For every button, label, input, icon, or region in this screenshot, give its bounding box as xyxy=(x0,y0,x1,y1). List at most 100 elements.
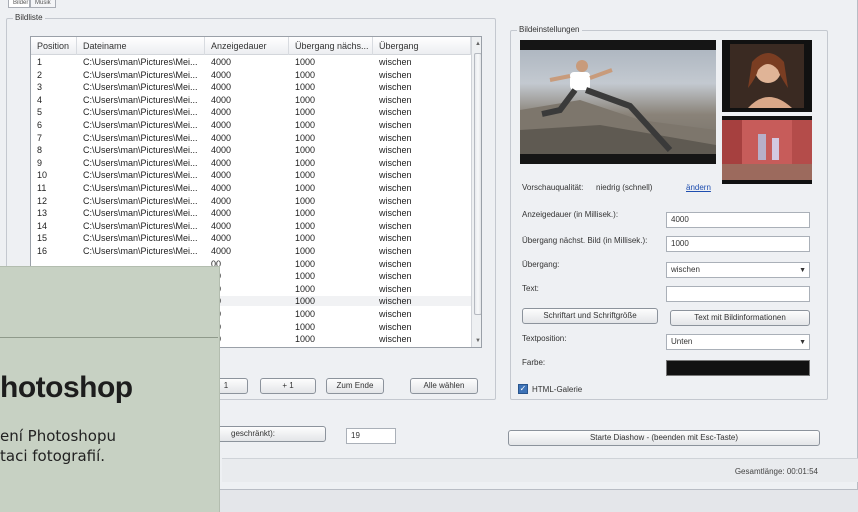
text-position-label: Textposition: xyxy=(522,334,567,343)
table-cell: 16 xyxy=(37,246,48,256)
overlay-heading: hotoshop xyxy=(0,371,133,404)
table-row[interactable]: 8 C:\Users\man\Pictures\Mei... 4000 1000 wis… xyxy=(31,145,471,155)
table-cell: 1000 xyxy=(295,220,316,231)
table-cell: wischen xyxy=(379,145,412,156)
table-cell: 1000 xyxy=(295,94,316,105)
html-gallery-label: HTML-Galerie xyxy=(532,385,583,394)
table-row[interactable]: 6 C:\Users\man\Pictures\Mei... 4000 1000 wis… xyxy=(31,120,471,130)
table-row[interactable]: 14 C:\Users\man\Pictures\Mei... 4000 1000 wi… xyxy=(31,221,471,231)
column-filename[interactable]: Dateiname xyxy=(77,37,205,55)
image-list-group-label: Bildliste xyxy=(13,13,45,22)
chevron-down-icon: ▼ xyxy=(799,339,806,346)
select-all-button[interactable]: Alle wählen xyxy=(410,378,478,394)
table-cell: wischen xyxy=(379,208,412,219)
table-row[interactable]: 2 C:\Users\man\Pictures\Mei... 4000 1000 wis… xyxy=(31,70,471,80)
table-cell: wischen xyxy=(379,283,412,294)
column-display-duration[interactable]: Anzeigedauer xyxy=(205,37,289,55)
table-cell: 4000 xyxy=(211,233,232,244)
table-cell: 4000 xyxy=(211,170,232,181)
table-cell: 4000 xyxy=(211,69,232,80)
table-row[interactable]: 9 C:\Users\man\Pictures\Mei... 4000 1000 wis… xyxy=(31,158,471,168)
table-cell: 1000 xyxy=(295,296,316,307)
table-cell: C:\Users\man\Pictures\Mei... xyxy=(83,57,198,67)
image-settings-group-label: Bildeinstellungen xyxy=(517,25,582,34)
limit-button[interactable]: geschränkt): xyxy=(212,426,326,442)
table-cell: wischen xyxy=(379,183,412,193)
change-quality-link[interactable]: ändern xyxy=(686,183,711,192)
column-transition-next[interactable]: Übergang nächs... xyxy=(289,37,373,55)
font-settings-button[interactable]: Schriftart und Schriftgröße xyxy=(522,308,658,324)
text-label: Text: xyxy=(522,284,539,293)
table-row[interactable]: 4 C:\Users\man\Pictures\Mei... 4000 1000 wis… xyxy=(31,95,471,105)
table-cell: 1000 xyxy=(295,258,316,269)
status-bar: Gesamtlänge: 00:01:54 xyxy=(222,458,858,482)
table-cell: 1000 xyxy=(295,145,316,156)
transition-next-input[interactable]: 1000 xyxy=(666,236,810,252)
start-slideshow-button[interactable]: Starte Diashow - (beenden mit Esc-Taste) xyxy=(508,430,820,446)
table-cell: 4000 xyxy=(211,145,232,156)
table-row[interactable]: 16 C:\Users\man\Pictures\Mei... 4000 1000 wi… xyxy=(31,246,471,256)
table-row[interactable]: 5 C:\Users\man\Pictures\Mei... 4000 1000 wis… xyxy=(31,107,471,117)
table-cell: wischen xyxy=(379,296,412,307)
transition-select[interactable]: wischen ▼ xyxy=(666,262,810,278)
color-swatch[interactable] xyxy=(666,360,810,376)
table-cell: 1000 xyxy=(295,208,316,219)
move-down-one-button[interactable]: + 1 xyxy=(260,378,316,394)
image-info-text-button[interactable]: Text mit Bildinformationen xyxy=(670,310,810,326)
table-row[interactable]: 10 C:\Users\man\Pictures\Mei... 4000 1000 wi… xyxy=(31,170,471,180)
chevron-down-icon: ▼ xyxy=(799,267,806,274)
thumbnail-portrait[interactable] xyxy=(722,40,812,112)
table-cell: 4000 xyxy=(211,94,232,105)
table-cell: wischen xyxy=(379,107,412,118)
scroll-down-icon[interactable]: ▼ xyxy=(474,337,481,345)
table-cell: 11 xyxy=(37,183,47,193)
table-cell: 4 xyxy=(37,94,43,105)
table-cell: C:\Users\man\Pictures\Mei... xyxy=(83,94,198,105)
table-cell: 1000 xyxy=(295,157,316,168)
html-gallery-checkbox[interactable]: ✓ xyxy=(518,384,528,394)
preview-quality-value: niedrig (schnell) xyxy=(596,183,653,192)
scrollbar-thumb[interactable] xyxy=(474,53,481,315)
table-cell: C:\Users\man\Pictures\Mei... xyxy=(83,157,198,168)
table-row[interactable]: 13 C:\Users\man\Pictures\Mei... 4000 1000 wi… xyxy=(31,208,471,218)
table-cell: 4000 xyxy=(211,157,232,168)
text-position-select[interactable]: Unten ▼ xyxy=(666,334,810,350)
scroll-up-icon[interactable]: ▲ xyxy=(474,40,481,48)
tab-bilder[interactable]: Bilder xyxy=(8,0,30,8)
display-duration-input[interactable]: 4000 xyxy=(666,212,810,228)
table-cell: C:\Users\man\Pictures\Mei... xyxy=(83,69,198,80)
table-row[interactable]: 3 C:\Users\man\Pictures\Mei... 4000 1000 wis… xyxy=(31,82,471,92)
table-cell: C:\Users\man\Pictures\Mei... xyxy=(83,183,198,193)
limit-input[interactable]: 19 xyxy=(346,428,396,444)
table-row[interactable]: 12 C:\Users\man\Pictures\Mei... 4000 1000 wi… xyxy=(31,196,471,206)
table-cell: 8 xyxy=(37,145,43,156)
overlay-text-line-2: taci fotografií. xyxy=(0,447,106,465)
table-row[interactable]: 15 C:\Users\man\Pictures\Mei... 4000 1000 wi… xyxy=(31,233,471,243)
list-header: Position Dateiname Anzeigedauer Übergang… xyxy=(31,37,471,55)
table-cell: 4000 xyxy=(211,82,232,93)
table-cell: 1000 xyxy=(295,57,316,67)
column-transition[interactable]: Übergang xyxy=(373,37,471,55)
move-to-end-button[interactable]: Zum Ende xyxy=(326,378,384,394)
table-cell: C:\Users\man\Pictures\Mei... xyxy=(83,120,198,130)
table-cell: 1000 xyxy=(295,271,316,282)
table-row[interactable]: 1 C:\Users\man\Pictures\Mei... 4000 1000 wis… xyxy=(31,57,471,67)
text-position-select-value: Unten xyxy=(671,337,693,346)
display-duration-label: Anzeigedauer (in Millisek.): xyxy=(522,210,619,219)
table-cell: wischen xyxy=(379,321,412,332)
list-scrollbar[interactable]: ▲ ▼ xyxy=(471,37,481,347)
table-cell: 10 xyxy=(37,170,48,181)
table-cell: 1000 xyxy=(295,132,316,143)
table-cell: wischen xyxy=(379,220,412,231)
tab-musik[interactable]: Musik xyxy=(30,0,56,8)
table-cell: 1000 xyxy=(295,120,316,130)
table-cell: 1000 xyxy=(295,334,316,345)
table-cell: 4000 xyxy=(211,57,232,67)
text-input[interactable] xyxy=(666,286,810,302)
column-position[interactable]: Position xyxy=(31,37,77,55)
thumbnail-street[interactable] xyxy=(722,116,812,184)
transition-next-label: Übergang nächst. Bild (in Millisek.): xyxy=(522,236,648,245)
table-row[interactable]: 7 C:\Users\man\Pictures\Mei... 4000 1000 wis… xyxy=(31,133,471,143)
table-row[interactable]: 11 C:\Users\man\Pictures\Mei... 4000 1000 wi… xyxy=(31,183,471,193)
table-cell: 4000 xyxy=(211,120,232,130)
